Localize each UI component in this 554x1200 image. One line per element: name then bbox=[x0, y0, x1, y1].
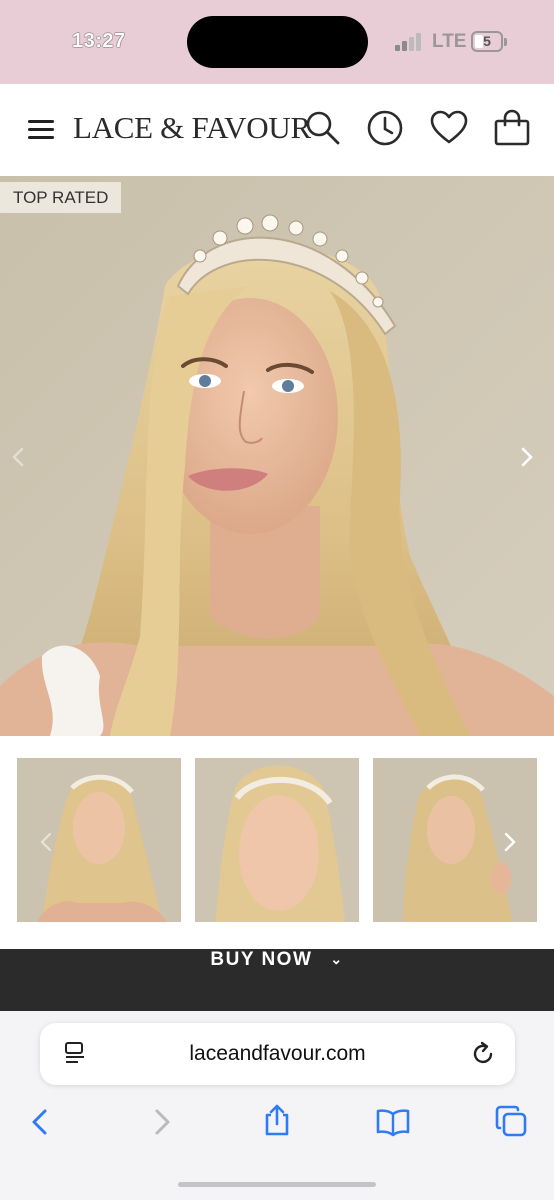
share-icon[interactable] bbox=[260, 1103, 294, 1137]
home-indicator bbox=[178, 1182, 376, 1187]
address-bar[interactable]: laceandfavour.com bbox=[40, 1023, 515, 1085]
thumbs-next-arrow-icon[interactable] bbox=[498, 831, 520, 853]
model-wearing-tiara-image bbox=[0, 176, 554, 736]
wishlist-heart-icon[interactable] bbox=[429, 108, 469, 148]
browser-toolbar: laceandfavour.com bbox=[0, 1011, 554, 1200]
shopping-bag-icon[interactable] bbox=[492, 108, 532, 148]
tabs-icon[interactable] bbox=[494, 1104, 528, 1138]
battery-level: 5 bbox=[483, 33, 491, 49]
site-header: LACE & FAVOUR bbox=[0, 84, 554, 176]
thumbnail-gallery bbox=[0, 736, 554, 948]
thumbnail-2[interactable] bbox=[195, 758, 359, 922]
hamburger-menu-icon[interactable] bbox=[28, 120, 54, 140]
signal-icon bbox=[395, 33, 425, 51]
status-bar: 13:27 LTE 5 bbox=[0, 0, 554, 84]
network-type: LTE bbox=[432, 31, 467, 52]
bookmarks-icon[interactable] bbox=[376, 1105, 410, 1139]
hero-next-arrow-icon[interactable] bbox=[515, 446, 537, 468]
hero-product-image bbox=[0, 176, 554, 736]
thumbs-prev-arrow-icon[interactable] bbox=[36, 831, 58, 853]
buy-now-button[interactable]: BUY NOW ⌄ bbox=[0, 949, 554, 1011]
buy-now-label: BUY NOW bbox=[210, 949, 313, 970]
status-time: 13:27 bbox=[72, 30, 126, 52]
dynamic-island bbox=[187, 16, 368, 68]
reload-icon[interactable] bbox=[469, 1040, 497, 1068]
battery-icon: 5 bbox=[471, 31, 503, 52]
recently-viewed-clock-icon[interactable] bbox=[365, 108, 405, 148]
battery-tip bbox=[504, 38, 507, 46]
hero-prev-arrow-icon[interactable] bbox=[8, 446, 30, 468]
top-rated-badge: TOP RATED bbox=[0, 182, 122, 213]
forward-icon[interactable] bbox=[144, 1105, 178, 1139]
url-text: laceandfavour.com bbox=[189, 1042, 366, 1065]
search-icon[interactable] bbox=[302, 108, 342, 148]
site-logo[interactable]: LACE & FAVOUR bbox=[73, 110, 311, 146]
back-icon[interactable] bbox=[24, 1105, 58, 1139]
chevron-down-icon: ⌄ bbox=[330, 951, 344, 967]
